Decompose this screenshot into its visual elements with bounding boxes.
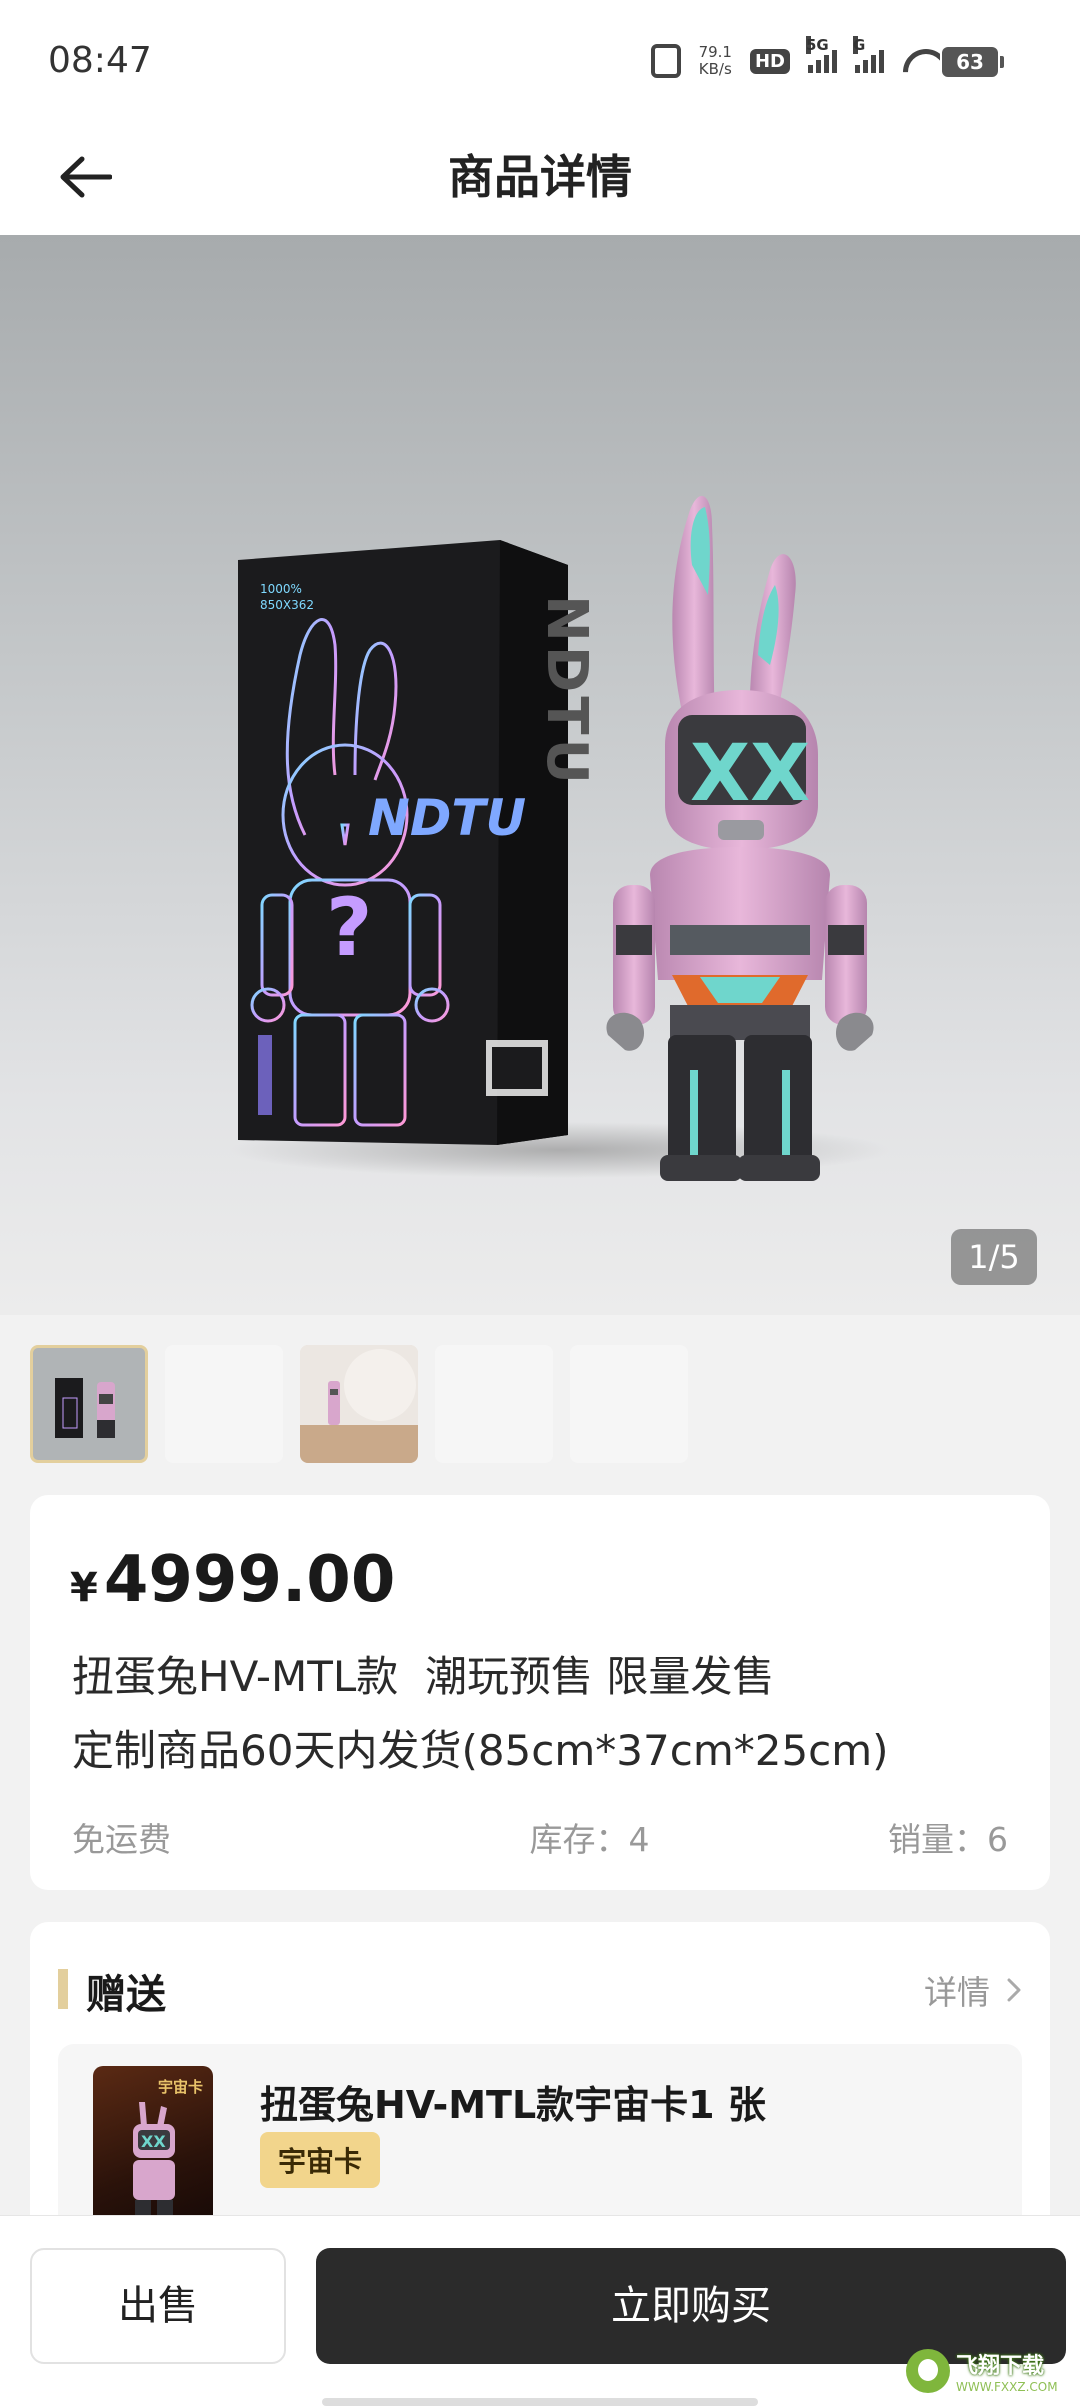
status-bar: 08:47 79.1 KB/s HD 5G G 63 xyxy=(0,0,1080,120)
network-speed-unit: KB/s xyxy=(698,60,732,78)
gift-item-image: 宇宙卡 XX xyxy=(93,2066,213,2236)
product-box: NDTU ? NDTU 1000% 850X362 xyxy=(238,540,599,1145)
price-row: ¥ 4999.00 xyxy=(70,1543,395,1617)
thumbnail-1[interactable] xyxy=(30,1345,148,1463)
product-info-card: ¥ 4999.00 扭蛋兔HV-MTL款 潮玩预售 限量发售 定制商品60天内发… xyxy=(30,1495,1050,1890)
status-time: 08:47 xyxy=(48,40,152,81)
figure-face-text: XX xyxy=(690,729,810,819)
watermark: 飞翔下载 WWW.FXXZ.COM xyxy=(906,2344,1066,2398)
network-speed-value: 79.1 xyxy=(698,43,732,61)
rabbit-figure: XX xyxy=(606,495,874,1181)
thumbnail-3[interactable] xyxy=(300,1345,418,1463)
signal-g-label: G xyxy=(853,35,866,54)
watermark-cn: 飞翔下载 xyxy=(956,2354,1045,2379)
network-speed: 79.1 KB/s xyxy=(699,44,732,78)
sales-info: 销量：6 xyxy=(888,1820,1008,1859)
thumbnail-1-image xyxy=(55,1378,115,1438)
thumbnail-4[interactable] xyxy=(435,1345,553,1463)
status-icons: 79.1 KB/s HD 5G G xyxy=(650,35,940,78)
gift-item[interactable]: 宇宙卡 XX 扭蛋兔HV-MTL款宇宙卡1 张 宇宙卡 现实和数字世界的版权凭证… xyxy=(58,2044,1022,2242)
gift-detail-link[interactable]: 详情 xyxy=(924,1966,1022,2014)
product-title-line-2: 定制商品60天内发货(85cm*37cm*25cm) xyxy=(72,1726,889,1775)
page-title: 商品详情 xyxy=(448,150,632,204)
battery-icon: 63 xyxy=(942,47,1004,77)
product-image-carousel[interactable]: NDTU ? NDTU 1000% 850X362 XX 1/5 xyxy=(0,235,1080,1315)
box-size-label-2: 850X362 xyxy=(260,598,314,612)
sell-button[interactable]: 出售 xyxy=(30,2248,286,2364)
gift-image-label: 宇宙卡 xyxy=(157,2078,203,2096)
app-header: 商品详情 xyxy=(0,120,1080,235)
gift-figure-face-text: XX xyxy=(141,2132,166,2151)
signal-5g-label: 5G xyxy=(806,35,829,54)
gift-section: 赠送 详情 宇宙卡 XX 扭蛋兔HV-MTL款宇宙卡1 张 宇宙卡 现实和数字世… xyxy=(30,1922,1050,2242)
thumbnail-2[interactable] xyxy=(165,1345,283,1463)
currency-symbol: ¥ xyxy=(70,1565,98,1611)
product-image: NDTU ? NDTU 1000% 850X362 XX xyxy=(230,495,890,1181)
shipping-info: 免运费 xyxy=(72,1820,171,1859)
home-indicator[interactable] xyxy=(322,2398,758,2406)
product-price: 4999.00 xyxy=(103,1543,396,1617)
gift-item-tag: 宇宙卡 xyxy=(260,2132,381,2188)
stock-info: 库存：4 xyxy=(529,1820,650,1859)
box-question-mark: ? xyxy=(326,881,372,974)
signal-g-icon: G xyxy=(853,35,884,73)
signal-5g-icon: 5G xyxy=(806,35,837,73)
box-size-label-1: 1000% xyxy=(260,582,302,596)
gift-item-name: 扭蛋兔HV-MTL款宇宙卡1 张 xyxy=(260,2083,766,2127)
image-page-indicator: 1/5 xyxy=(951,1229,1037,1285)
chevron-right-icon xyxy=(1007,1978,1021,2002)
vibrate-icon xyxy=(650,44,681,78)
gift-accent-bar xyxy=(58,1969,68,2009)
box-side-brand: NDTU xyxy=(534,595,599,788)
watermark-logo-icon xyxy=(906,2349,950,2393)
watermark-en: WWW.FXXZ.COM xyxy=(956,2380,1058,2394)
thumbnail-5[interactable] xyxy=(570,1345,688,1463)
wifi-icon xyxy=(902,46,940,76)
gift-section-title: 赠送 xyxy=(86,1972,166,2018)
thumbnail-strip xyxy=(30,1345,688,1463)
gift-detail-label: 详情 xyxy=(924,1973,990,2012)
box-front-brand: NDTU xyxy=(368,789,526,847)
product-meta-row: 免运费 库存：4 销量：6 xyxy=(72,1813,1008,1861)
watermark-text: 飞翔下载 WWW.FXXZ.COM xyxy=(956,2348,1058,2394)
thumbnail-3-image xyxy=(300,1345,418,1463)
product-title-line-1: 扭蛋兔HV-MTL款 潮玩预售 限量发售 xyxy=(72,1652,775,1701)
hd-icon: HD xyxy=(749,48,790,74)
